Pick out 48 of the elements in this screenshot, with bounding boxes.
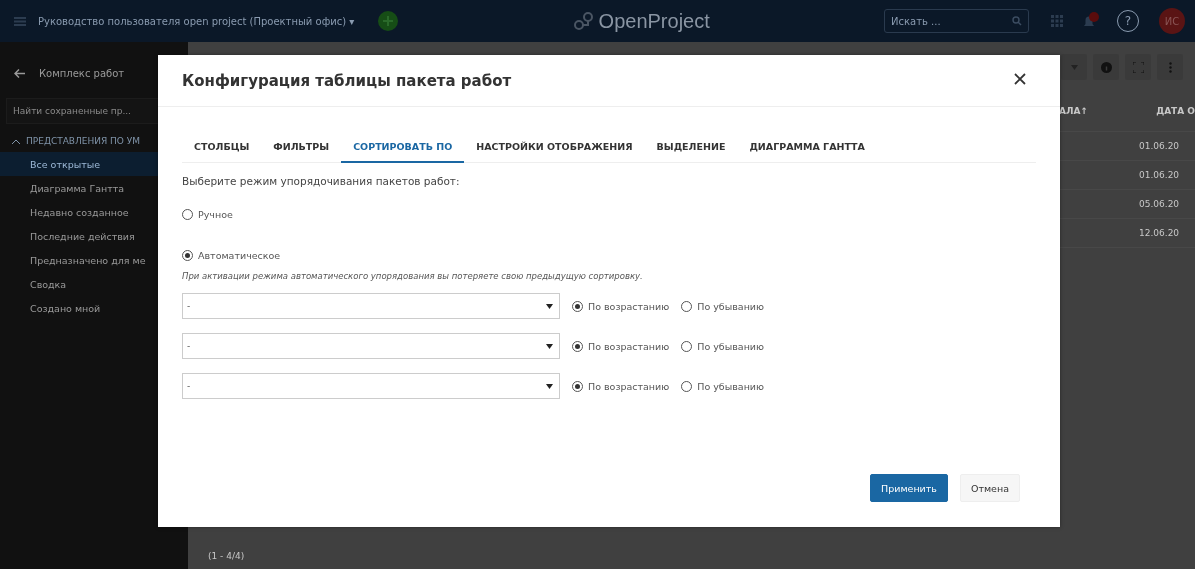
caret-icon bbox=[546, 383, 553, 389]
column-header[interactable]: ДАТА О bbox=[1156, 105, 1195, 116]
radio-option[interactable]: По возрастанию bbox=[572, 340, 670, 352]
table-cell-text: 05.06.20 bbox=[1139, 199, 1181, 209]
tab[interactable]: СОРТИРОВАТЬ ПО bbox=[341, 135, 465, 163]
table-cell-text: 01.06.20 bbox=[1139, 170, 1181, 180]
radio-option[interactable]: По убыванию bbox=[681, 340, 765, 352]
apply-button[interactable]: Применить bbox=[870, 474, 948, 502]
caret-icon bbox=[546, 343, 553, 349]
caret-icon bbox=[546, 303, 553, 309]
search-placeholder: Искать ... bbox=[891, 15, 941, 27]
pagination-info: (1 - 4/4) bbox=[208, 551, 246, 561]
cancel-button[interactable]: Отмена bbox=[959, 474, 1020, 502]
prompt-text: Выберите режим упорядочивания пакетов работ: bbox=[182, 175, 461, 187]
search-icon bbox=[1012, 16, 1022, 26]
radio-option[interactable]: По возрастанию bbox=[572, 380, 670, 392]
tab[interactable]: ФИЛЬТРЫ bbox=[261, 135, 342, 163]
sort-field-select[interactable]: - bbox=[182, 373, 560, 399]
radio-option[interactable]: Ручное bbox=[182, 209, 1036, 220]
section-label: ПРЕДСТАВЛЕНИЯ ПО УМ bbox=[26, 136, 141, 146]
dialog-title: Конфигурация таблицы пакета работ bbox=[182, 71, 512, 90]
radio-option[interactable]: Автоматическое bbox=[182, 250, 1036, 261]
logo[interactable]: OpenProject bbox=[572, 9, 710, 33]
radio-option[interactable]: По убыванию bbox=[681, 300, 765, 312]
project-selector[interactable]: Руководство пользователя open project (Проектный офис) ▾ bbox=[38, 15, 355, 27]
add-icon[interactable] bbox=[378, 11, 399, 31]
info-button[interactable] bbox=[1093, 54, 1119, 80]
grid-icon[interactable] bbox=[1051, 15, 1063, 27]
table-cell-text: 01.06.20 bbox=[1139, 141, 1181, 151]
note-text: При активации режима автоматического упорядования вы потеряете свою предыдущую сортировку. bbox=[182, 271, 644, 281]
sort-field-select[interactable]: - bbox=[182, 293, 560, 319]
dropdown-button[interactable] bbox=[1061, 54, 1087, 80]
caret-icon bbox=[1070, 64, 1078, 70]
more-button[interactable] bbox=[1157, 54, 1183, 80]
tab[interactable]: ВЫДЕЛЕНИЕ bbox=[644, 135, 738, 163]
menu-icon[interactable] bbox=[14, 16, 26, 26]
sort-field-select[interactable]: - bbox=[182, 333, 560, 359]
table-cell-text: 12.06.20 bbox=[1139, 228, 1181, 238]
radio-option[interactable]: По возрастанию bbox=[572, 300, 670, 312]
column-header[interactable]: АЛА↑ bbox=[1059, 105, 1088, 116]
search-field[interactable]: Искать ... bbox=[884, 9, 1029, 33]
tab[interactable]: ДИАГРАММА ГАНТТА bbox=[737, 135, 877, 163]
tab[interactable]: НАСТРОЙКИ ОТОБРАЖЕНИЯ bbox=[464, 135, 645, 163]
radio-option[interactable]: По убыванию bbox=[681, 380, 765, 392]
back-arrow-icon bbox=[14, 68, 25, 78]
fullscreen-button[interactable] bbox=[1125, 54, 1151, 80]
fullscreen-icon bbox=[1132, 61, 1144, 73]
info-icon bbox=[1100, 61, 1112, 73]
